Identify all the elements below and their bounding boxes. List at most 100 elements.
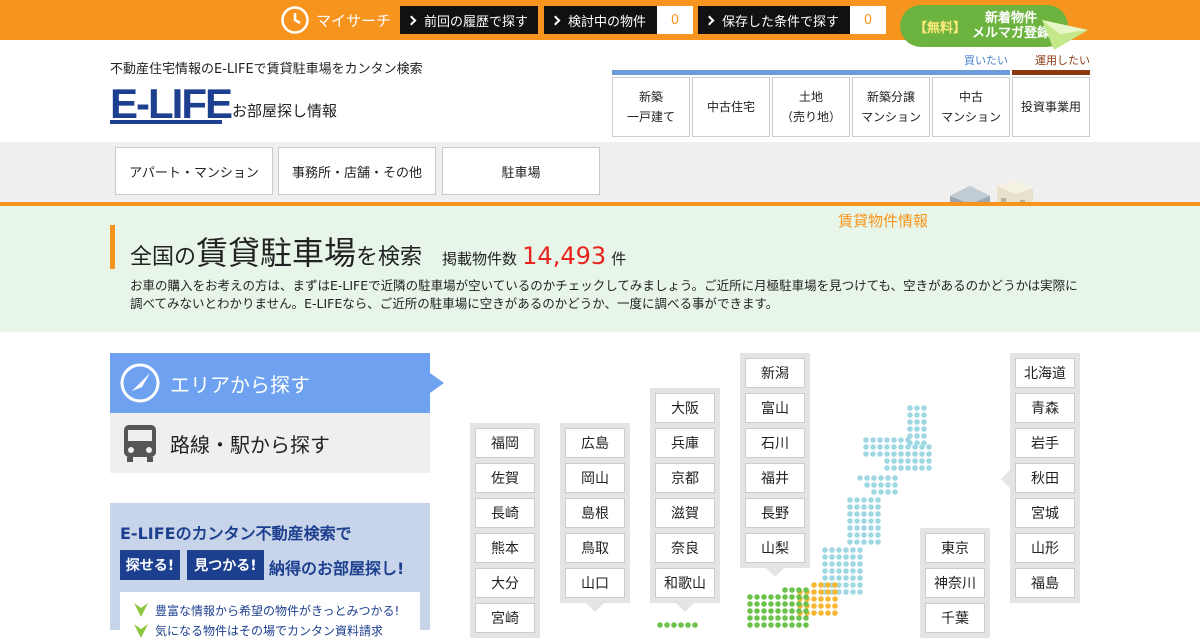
mysearch[interactable]: マイサーチ — [280, 5, 391, 35]
map-dot — [822, 547, 828, 553]
prefecture-button[interactable]: 富山 — [745, 393, 805, 423]
map-dot — [864, 475, 870, 481]
prefecture-button[interactable]: 奈良 — [655, 533, 715, 563]
map-dot — [877, 444, 883, 450]
prefecture-button[interactable]: 岡山 — [565, 463, 625, 493]
map-dot — [861, 497, 867, 503]
prefecture-button[interactable]: 長野 — [745, 498, 805, 528]
map-dot — [843, 561, 849, 567]
category-investment[interactable]: 投資事業用 — [1012, 77, 1090, 137]
category-land[interactable]: 土地 （売り地） — [772, 77, 850, 137]
category-used-house[interactable]: 中古住宅 — [692, 77, 770, 137]
tab-line-search[interactable]: 路線・駅から探す — [110, 413, 430, 473]
map-dot — [921, 426, 927, 432]
map-dot — [875, 539, 881, 545]
region-pointer — [1001, 470, 1010, 488]
map-dot — [782, 608, 788, 614]
map-dot — [868, 532, 874, 538]
considering-label: 検討中の物件 — [568, 14, 647, 30]
map-dot — [854, 511, 860, 517]
prefecture-button[interactable]: 福岡 — [475, 428, 535, 458]
prefecture-button[interactable]: 石川 — [745, 428, 805, 458]
prefecture-button[interactable]: 山形 — [1015, 533, 1075, 563]
map-dot — [898, 444, 904, 450]
region-pointer — [766, 568, 784, 577]
map-dot — [857, 575, 863, 581]
category-used-mansion[interactable]: 中古 マンション — [932, 77, 1010, 137]
site-logo[interactable]: E-LIFE — [110, 82, 233, 126]
prefecture-button[interactable]: 宮城 — [1015, 498, 1075, 528]
map-dot — [907, 426, 913, 432]
prefecture-button[interactable]: 兵庫 — [655, 428, 715, 458]
category-new-house[interactable]: 新築 一戸建て — [612, 77, 690, 137]
logo-subtitle: お部屋探し情報 — [232, 102, 338, 120]
prefecture-button[interactable]: 岩手 — [1015, 428, 1075, 458]
tab-office[interactable]: 事務所・店舗・その他 — [278, 147, 436, 195]
map-dot — [796, 594, 802, 600]
prefecture-button[interactable]: 宮崎 — [475, 603, 535, 633]
map-dot — [822, 568, 828, 574]
prefecture-button[interactable]: 鳥取 — [565, 533, 625, 563]
map-dot — [782, 622, 788, 628]
map-dot — [857, 561, 863, 567]
map-dot — [850, 554, 856, 560]
map-dot — [861, 539, 867, 545]
prefecture-button[interactable]: 大阪 — [655, 393, 715, 423]
prefecture-button[interactable]: 島根 — [565, 498, 625, 528]
prefecture-button[interactable]: 大分 — [475, 568, 535, 598]
map-dot — [789, 615, 795, 621]
prefecture-button[interactable]: 新潟 — [745, 358, 805, 388]
prefecture-button[interactable]: 千葉 — [925, 603, 985, 633]
map-dot — [836, 568, 842, 574]
map-dot — [905, 437, 911, 443]
prefecture-button[interactable]: 京都 — [655, 463, 715, 493]
prefecture-button[interactable]: 福井 — [745, 463, 805, 493]
map-dot — [775, 622, 781, 628]
logo-underline — [110, 120, 222, 124]
prefecture-button[interactable]: 神奈川 — [925, 568, 985, 598]
considering-button[interactable]: 検討中の物件 — [544, 6, 658, 34]
prefecture-button[interactable]: 長崎 — [475, 498, 535, 528]
prefecture-button[interactable]: 滋賀 — [655, 498, 715, 528]
prefecture-button[interactable]: 広島 — [565, 428, 625, 458]
chevron-right-icon — [704, 15, 715, 25]
map-dot — [685, 622, 691, 628]
map-dot — [747, 601, 753, 607]
prefecture-button[interactable]: 山口 — [565, 568, 625, 598]
map-dot — [868, 504, 874, 510]
considering-count: 0 — [657, 6, 693, 34]
map-dot — [822, 554, 828, 560]
prefecture-button[interactable]: 北海道 — [1015, 358, 1075, 388]
prefecture-button[interactable]: 東京 — [925, 533, 985, 563]
category-new-mansion[interactable]: 新築分譲 マンション — [852, 77, 930, 137]
map-dot — [825, 610, 831, 616]
map-dot — [843, 568, 849, 574]
tab-apartment[interactable]: アパート・マンション — [115, 147, 273, 195]
map-dot — [919, 458, 925, 464]
map-dot — [854, 497, 860, 503]
map-dot — [818, 589, 824, 595]
map-dot — [885, 475, 891, 481]
promo-item: 豊富な情報から希望の物件がきっとみつかる! — [155, 604, 400, 618]
tab-parking[interactable]: 駐車場 — [442, 147, 600, 195]
site-tagline: 不動産住宅情報のE-LIFEで賃貸駐車場をカンタン検索 — [110, 62, 423, 77]
map-dot — [921, 405, 927, 411]
paper-plane-icon — [1042, 20, 1088, 50]
map-dot — [825, 603, 831, 609]
prefecture-button[interactable]: 山梨 — [745, 533, 805, 563]
map-dot — [847, 497, 853, 503]
prefecture-button[interactable]: 青森 — [1015, 393, 1075, 423]
prefecture-button[interactable]: 秋田 — [1015, 463, 1075, 493]
prefecture-button[interactable]: 和歌山 — [655, 568, 715, 598]
history-search-button[interactable]: 前回の履歴で探す — [400, 6, 538, 34]
map-dot — [811, 610, 817, 616]
saved-conditions-button[interactable]: 保存した条件で探す — [698, 6, 851, 34]
map-dot — [843, 554, 849, 560]
map-dot — [912, 465, 918, 471]
map-dot — [768, 622, 774, 628]
prefecture-button[interactable]: 佐賀 — [475, 463, 535, 493]
prefecture-button[interactable]: 熊本 — [475, 533, 535, 563]
map-dot — [850, 547, 856, 553]
chevron-right-icon — [550, 15, 561, 25]
prefecture-button[interactable]: 福島 — [1015, 568, 1075, 598]
